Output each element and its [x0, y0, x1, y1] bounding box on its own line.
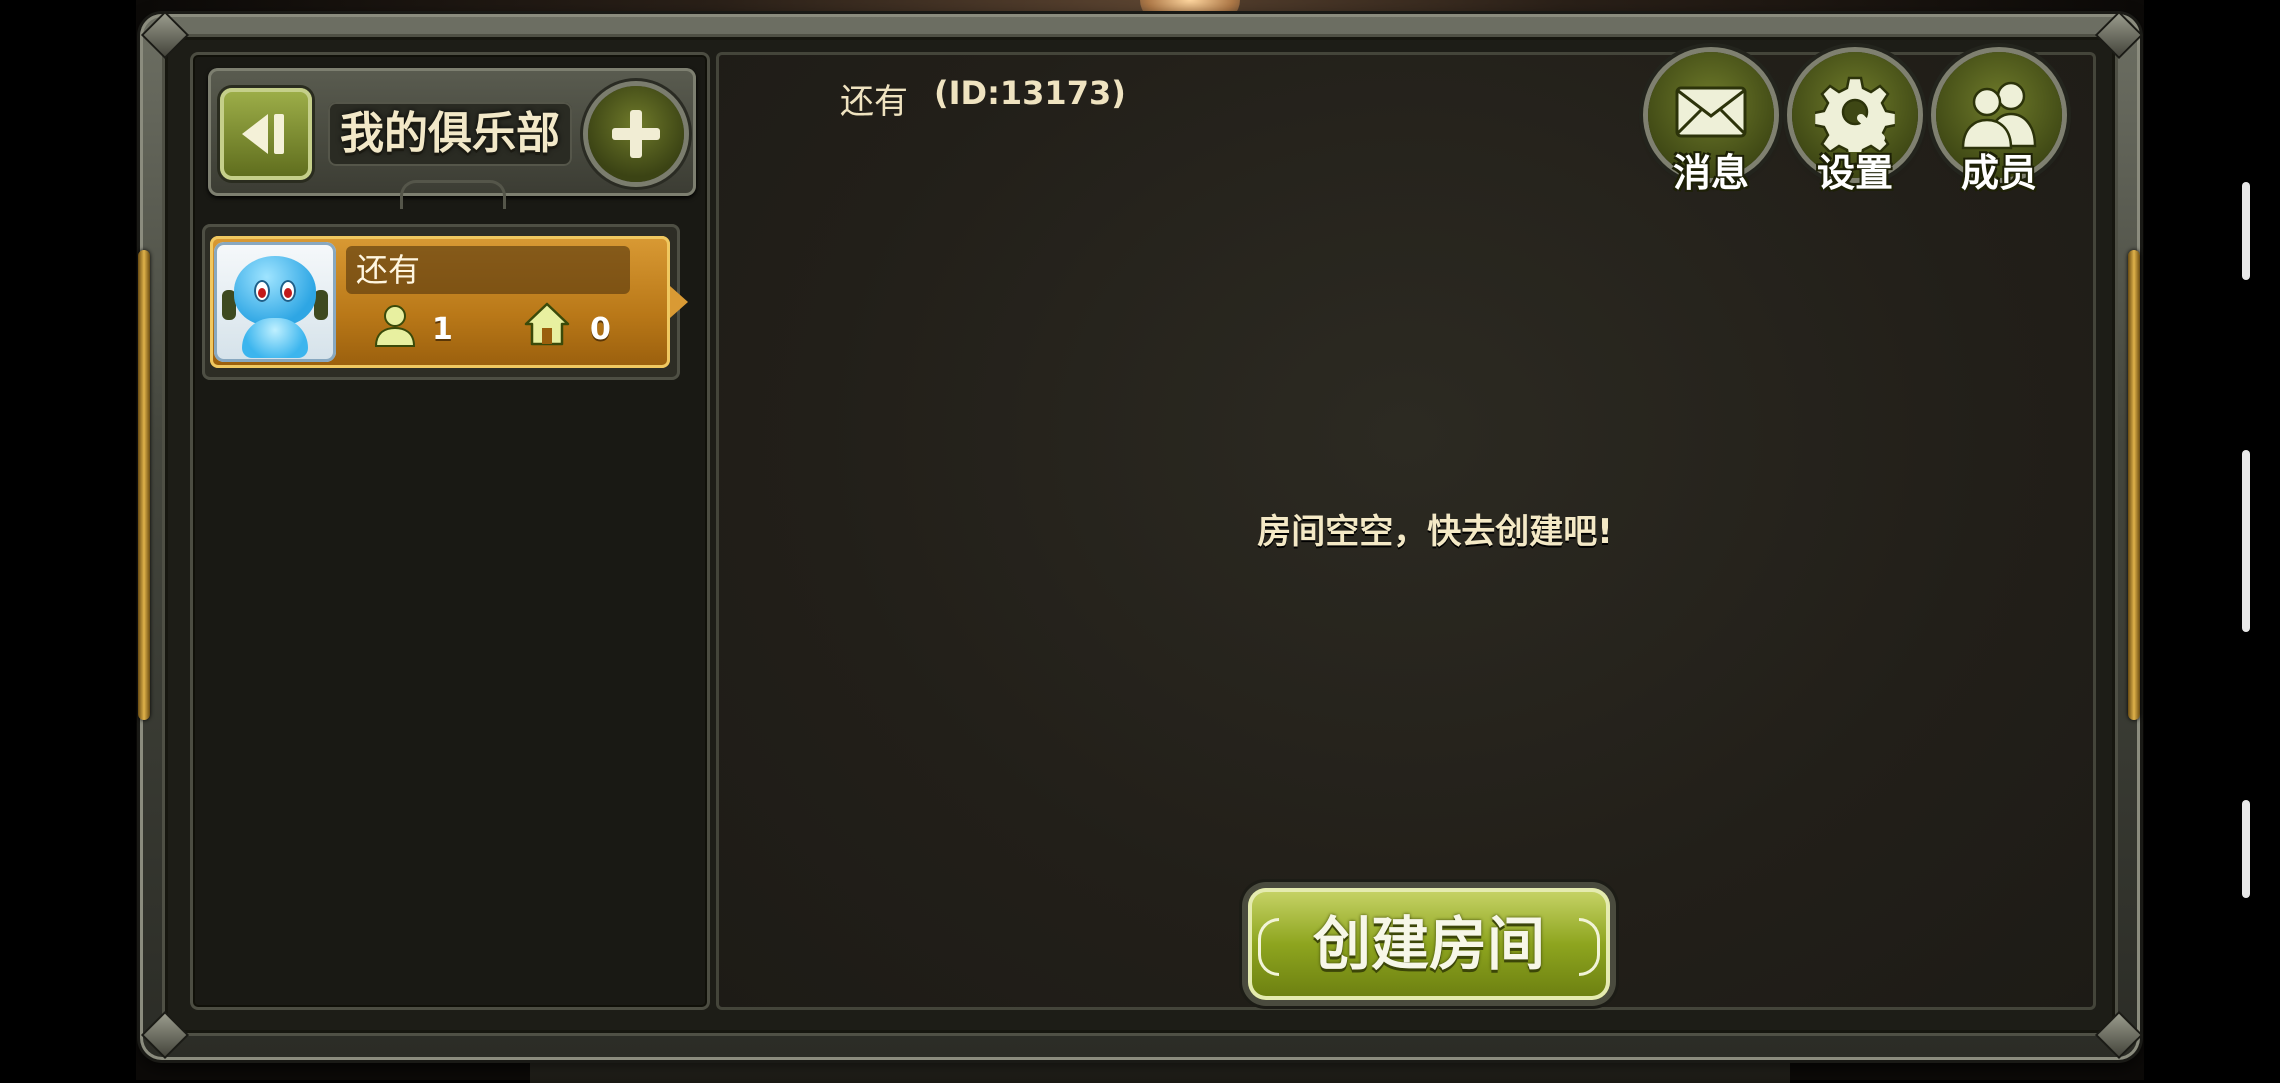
member-count: 1 [432, 312, 453, 347]
avatar-headphone [314, 290, 328, 320]
members-label: 成员 [1960, 151, 2037, 195]
avatar-head [234, 256, 316, 326]
envelope-icon [1675, 86, 1747, 138]
frame-gold-trim-right [2128, 250, 2140, 720]
system-nav-handle[interactable] [2242, 182, 2250, 280]
gear-icon [1815, 76, 1895, 152]
system-nav-handle[interactable] [2242, 450, 2250, 632]
plus-icon-vertical [630, 110, 642, 158]
frame-gold-trim-left [138, 250, 150, 720]
selected-arrow-icon [670, 286, 688, 318]
add-club-button[interactable] [588, 86, 684, 182]
room-count: 0 [590, 312, 611, 347]
selected-club-id: (ID:13173) [934, 74, 1126, 112]
messages-label: 消息 [1672, 151, 1749, 195]
club-avatar [214, 242, 336, 362]
people-icon [1961, 81, 2037, 150]
avatar-pupil [284, 288, 292, 298]
back-arrow-icon [242, 114, 268, 154]
avatar-pupil [258, 288, 266, 298]
page-title: 我的俱乐部 [340, 108, 560, 159]
back-bar-icon [274, 114, 284, 154]
club-name: 还有 [356, 251, 421, 289]
header-ornament [400, 180, 506, 209]
back-button[interactable] [220, 88, 312, 180]
create-room-label: 创建房间 [1312, 910, 1545, 978]
empty-room-message: 房间空空，快去创建吧! [1257, 512, 1613, 552]
settings-label: 设置 [1816, 151, 1893, 195]
selected-club-name: 还有 [840, 82, 908, 122]
game-screen: 我的俱乐部 还有 1 0 还有 (ID:13173) 消息 设置 成员 房间空空… [0, 0, 2280, 1083]
create-room-button[interactable]: 创建房间 [1248, 888, 1610, 1000]
system-nav-handle[interactable] [2242, 800, 2250, 898]
person-icon [374, 305, 416, 347]
house-icon [524, 302, 570, 346]
avatar-body [242, 318, 308, 358]
